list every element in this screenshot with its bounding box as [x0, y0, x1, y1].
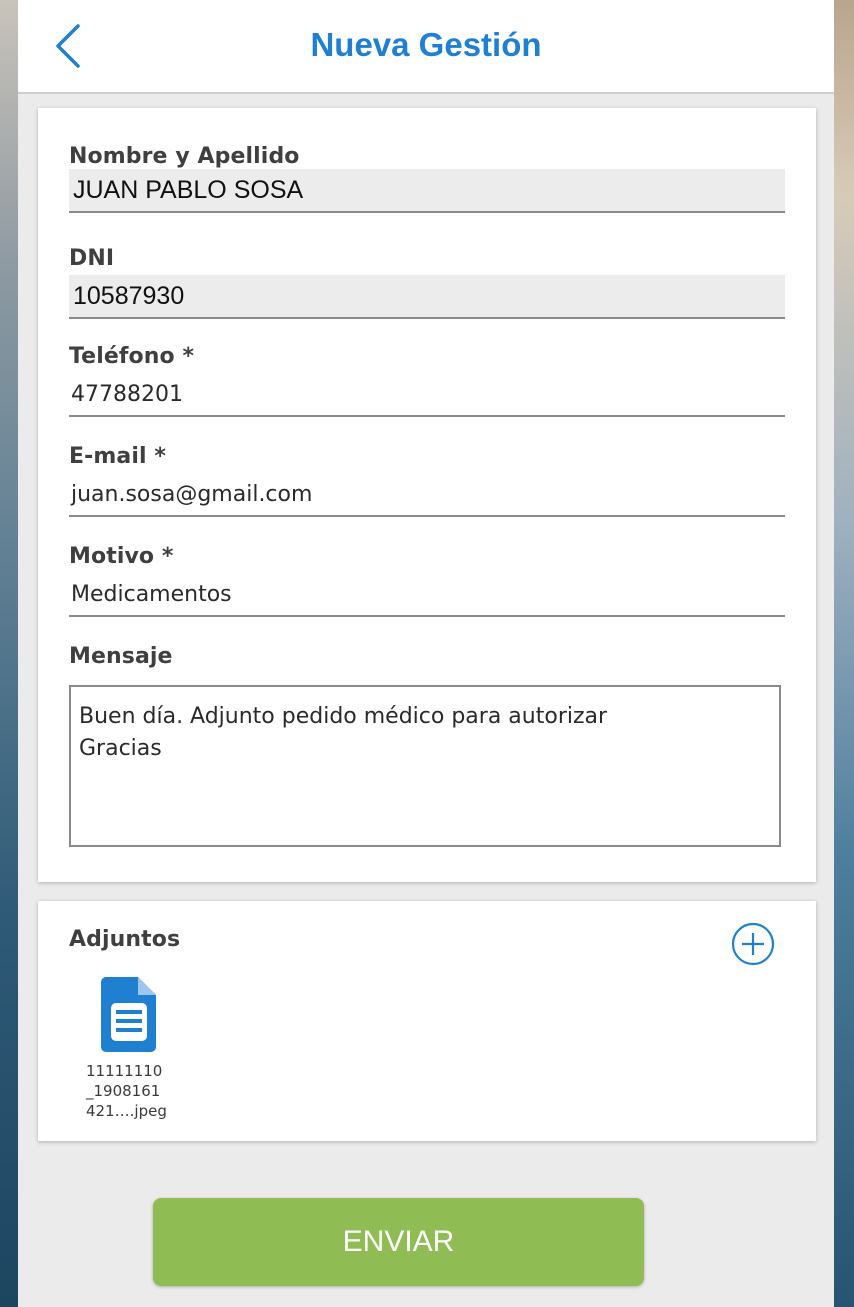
form-card: Nombre y Apellido JUAN PABLO SOSA DNI 10…: [38, 108, 816, 882]
field-telefono: Teléfono * 47788201: [69, 344, 785, 417]
mensaje-textarea[interactable]: Buen día. Adjunto pedido médico para aut…: [69, 685, 781, 847]
nombre-field[interactable]: JUAN PABLO SOSA: [69, 169, 785, 213]
nombre-value: JUAN PABLO SOSA: [73, 175, 304, 204]
background-left: [0, 0, 18, 1307]
dni-value: 10587930: [73, 281, 185, 310]
plus-circle-icon: [731, 922, 775, 966]
field-label: Nombre y Apellido: [69, 144, 300, 169]
page-title: Nueva Gestión: [310, 26, 542, 63]
field-label: DNI: [69, 246, 115, 271]
attachment-item[interactable]: 11111110 _1908161 421….jpeg: [86, 973, 172, 1121]
send-button[interactable]: ENVIAR: [153, 1198, 644, 1286]
motivo-value: Medicamentos: [71, 581, 232, 607]
field-nombre: Nombre y Apellido JUAN PABLO SOSA: [69, 144, 785, 213]
filename-line: 421….jpeg: [86, 1102, 167, 1120]
add-attachment-button[interactable]: [730, 921, 776, 967]
header-bar: Nueva Gestión: [18, 0, 834, 94]
mensaje-label: Mensaje: [69, 644, 173, 669]
telefono-field[interactable]: 47788201: [69, 373, 785, 417]
email-field[interactable]: juan.sosa@gmail.com: [69, 473, 785, 517]
field-motivo: Motivo * Medicamentos: [69, 544, 785, 617]
attachments-card: Adjuntos 11111110 _1908161 421….jpeg: [38, 901, 816, 1141]
field-email: E-mail * juan.sosa@gmail.com: [69, 444, 785, 517]
field-label: Teléfono *: [69, 344, 195, 369]
email-value: juan.sosa@gmail.com: [71, 481, 313, 507]
filename-line: _1908161: [86, 1082, 161, 1100]
field-label: E-mail *: [69, 444, 166, 469]
field-dni: DNI 10587930: [69, 246, 785, 319]
background-right: [834, 0, 854, 1307]
telefono-value: 47788201: [71, 381, 183, 407]
motivo-field[interactable]: Medicamentos: [69, 573, 785, 617]
field-mensaje-label-wrap: Mensaje: [69, 644, 785, 669]
attachment-filename: 11111110 _1908161 421….jpeg: [86, 1061, 172, 1121]
app-panel: Nueva Gestión Nombre y Apellido JUAN PAB…: [18, 0, 834, 1307]
dni-field[interactable]: 10587930: [69, 275, 785, 319]
field-label: Motivo *: [69, 544, 174, 569]
attachments-title: Adjuntos: [69, 927, 181, 952]
filename-line: 11111110: [86, 1062, 163, 1080]
document-icon: [101, 977, 156, 1052]
